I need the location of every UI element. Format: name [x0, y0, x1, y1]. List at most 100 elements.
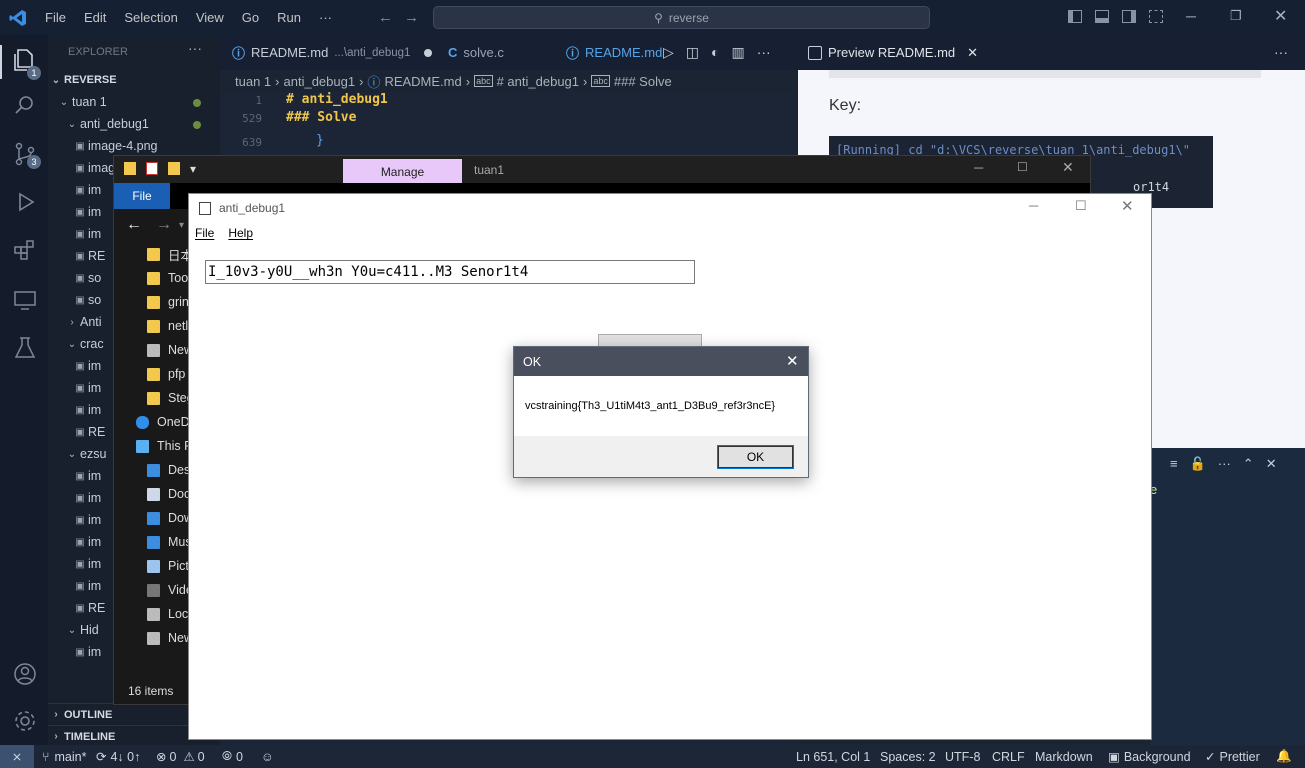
remote-explorer-icon[interactable]: [12, 287, 38, 313]
menu-item[interactable]: Run: [268, 10, 310, 25]
language-mode[interactable]: Markdown: [1035, 745, 1093, 768]
search-activity-icon[interactable]: [12, 93, 38, 119]
workspace-root[interactable]: ⌄ REVERSE: [48, 69, 220, 91]
tab-readme-active[interactable]: ⓘ README.md: [566, 35, 662, 70]
nav-pane-item[interactable]: New: [114, 626, 189, 650]
properties-icon[interactable]: [146, 162, 158, 175]
nav-pane-item[interactable]: Steg: [114, 386, 189, 410]
more-icon[interactable]: ···: [1218, 456, 1231, 472]
cursor-position[interactable]: Ln 651, Col 1: [796, 745, 870, 768]
back-arrow-icon[interactable]: ←: [126, 216, 142, 234]
menu-item[interactable]: View: [187, 10, 233, 25]
nav-pane-item[interactable]: Dow: [114, 506, 189, 530]
toggle-sidebar-icon[interactable]: [1068, 10, 1082, 23]
menu-item[interactable]: Selection: [115, 10, 186, 25]
more-actions-icon[interactable]: ···: [757, 44, 771, 61]
forward-arrow-icon[interactable]: →: [404, 9, 419, 26]
nav-pane-item[interactable]: New: [114, 338, 189, 362]
encoding[interactable]: UTF-8: [945, 745, 980, 768]
nav-pane-item[interactable]: Desk: [114, 458, 189, 482]
app-close-button[interactable]: ✕: [1121, 197, 1134, 215]
nav-pane-item[interactable]: Loca: [114, 602, 189, 626]
git-branch[interactable]: ⑂ main*: [42, 745, 86, 768]
menu-item[interactable]: ···: [310, 10, 341, 25]
tab-preview-readme[interactable]: Preview README.md ✕: [808, 35, 978, 70]
breadcrumb-item[interactable]: ### Solve: [614, 74, 672, 89]
prettier-extension[interactable]: ✓ Prettier: [1205, 745, 1260, 768]
command-center-search[interactable]: ⚲ reverse: [433, 6, 930, 29]
folder-icon[interactable]: [124, 162, 136, 175]
unsaved-dot-icon[interactable]: [424, 48, 433, 57]
line-ending[interactable]: CRLF: [992, 745, 1025, 768]
close-icon[interactable]: ✕: [967, 45, 978, 61]
app-minimize-button[interactable]: ─: [1029, 198, 1038, 213]
menu-item[interactable]: File: [36, 10, 75, 25]
nav-pane-item[interactable]: grin: [114, 290, 189, 314]
tab-readme-anti-debug1[interactable]: ⓘ README.md ...\anti_debug1: [232, 35, 433, 70]
manage-gear-icon[interactable]: [12, 708, 38, 734]
ribbon-tab-manage[interactable]: Manage: [343, 159, 462, 184]
indentation[interactable]: Spaces: 2: [880, 745, 936, 768]
clear-icon[interactable]: ≡: [1170, 456, 1178, 472]
tree-file[interactable]: ▣ image-4.png: [48, 135, 220, 157]
close-panel-icon[interactable]: ✕: [1266, 456, 1277, 472]
extensions-icon[interactable]: [12, 237, 38, 263]
window-minimize-button[interactable]: ─: [1186, 8, 1196, 24]
explorer-minimize-button[interactable]: ─: [974, 160, 983, 175]
breadcrumb-item[interactable]: tuan 1: [235, 74, 271, 89]
problems-indicator[interactable]: ⊗ 0 ⚠ 0: [156, 745, 205, 768]
new-folder-icon[interactable]: [168, 162, 180, 175]
maximize-panel-icon[interactable]: ⌃: [1243, 456, 1254, 472]
breadcrumb-item[interactable]: anti_debug1: [284, 74, 356, 89]
ports-indicator[interactable]: ⦾ 0: [222, 745, 243, 768]
menu-item[interactable]: Go: [233, 10, 268, 25]
back-arrow-icon[interactable]: ←: [378, 9, 393, 26]
accounts-icon[interactable]: [12, 661, 38, 687]
ribbon-tab-file[interactable]: File: [114, 183, 170, 209]
nav-pane-item[interactable]: OneD: [114, 410, 189, 434]
explorer-maximize-button[interactable]: ☐: [1017, 160, 1028, 174]
run-debug-icon[interactable]: [12, 189, 38, 215]
remote-indicator-icon[interactable]: ⨯: [0, 745, 34, 768]
background-extension[interactable]: ▣ Background: [1108, 745, 1191, 768]
nav-pane-item[interactable]: Mus: [114, 530, 189, 554]
toggle-panel-icon[interactable]: [1095, 10, 1109, 23]
menu-help[interactable]: Help: [228, 226, 253, 240]
run-file-icon[interactable]: ▷: [663, 44, 674, 61]
toggle-theme-icon[interactable]: ◐: [711, 44, 719, 61]
window-close-button[interactable]: ✕: [1274, 6, 1287, 26]
key-input-field[interactable]: I_10v3-y0U__wh3n Y0u=c411..M3 Senor1t4: [205, 260, 695, 284]
nav-pane-item[interactable]: Tool: [114, 266, 189, 290]
menu-item[interactable]: Edit: [75, 10, 115, 25]
customize-toolbar-icon[interactable]: ▾: [190, 162, 196, 176]
open-preview-icon[interactable]: ◫: [686, 44, 699, 61]
breadcrumb-item[interactable]: README.md: [384, 74, 461, 89]
sidebar-more-icon[interactable]: ···: [188, 40, 202, 56]
dialog-close-button[interactable]: ✕: [786, 352, 799, 370]
tab-solve-c[interactable]: C solve.c: [448, 35, 504, 70]
recent-locations-icon[interactable]: ▾: [179, 220, 184, 231]
notifications-bell-icon[interactable]: 🔔: [1276, 745, 1292, 768]
breadcrumb-item[interactable]: # anti_debug1: [497, 74, 579, 89]
nav-pane-item[interactable]: netl: [114, 314, 189, 338]
git-sync[interactable]: ⟳ 4↓ 0↑: [96, 745, 140, 768]
explorer-close-button[interactable]: ✕: [1062, 159, 1074, 176]
window-restore-button[interactable]: ❐: [1230, 8, 1242, 24]
nav-pane-item[interactable]: 日本: [114, 242, 189, 266]
customize-layout-icon[interactable]: [1149, 10, 1163, 23]
forward-arrow-icon[interactable]: →: [156, 216, 172, 234]
nav-pane-item[interactable]: pfp: [114, 362, 189, 386]
feedback-icon[interactable]: ☺: [261, 745, 274, 768]
preview-more-icon[interactable]: ···: [1274, 44, 1288, 60]
nav-pane-item[interactable]: Vide: [114, 578, 189, 602]
split-editor-icon[interactable]: ▥: [731, 44, 744, 61]
toggle-secondary-sidebar-icon[interactable]: [1122, 10, 1136, 23]
nav-pane-item[interactable]: Pictu: [114, 554, 189, 578]
menu-file[interactable]: File: [195, 226, 214, 240]
lock-icon[interactable]: 🔓: [1190, 456, 1206, 472]
dialog-ok-button[interactable]: OK: [717, 445, 794, 469]
nav-pane-item[interactable]: This P: [114, 434, 189, 458]
nav-pane-item[interactable]: Docu: [114, 482, 189, 506]
app-maximize-button[interactable]: ☐: [1075, 198, 1087, 214]
testing-icon[interactable]: [12, 335, 38, 361]
